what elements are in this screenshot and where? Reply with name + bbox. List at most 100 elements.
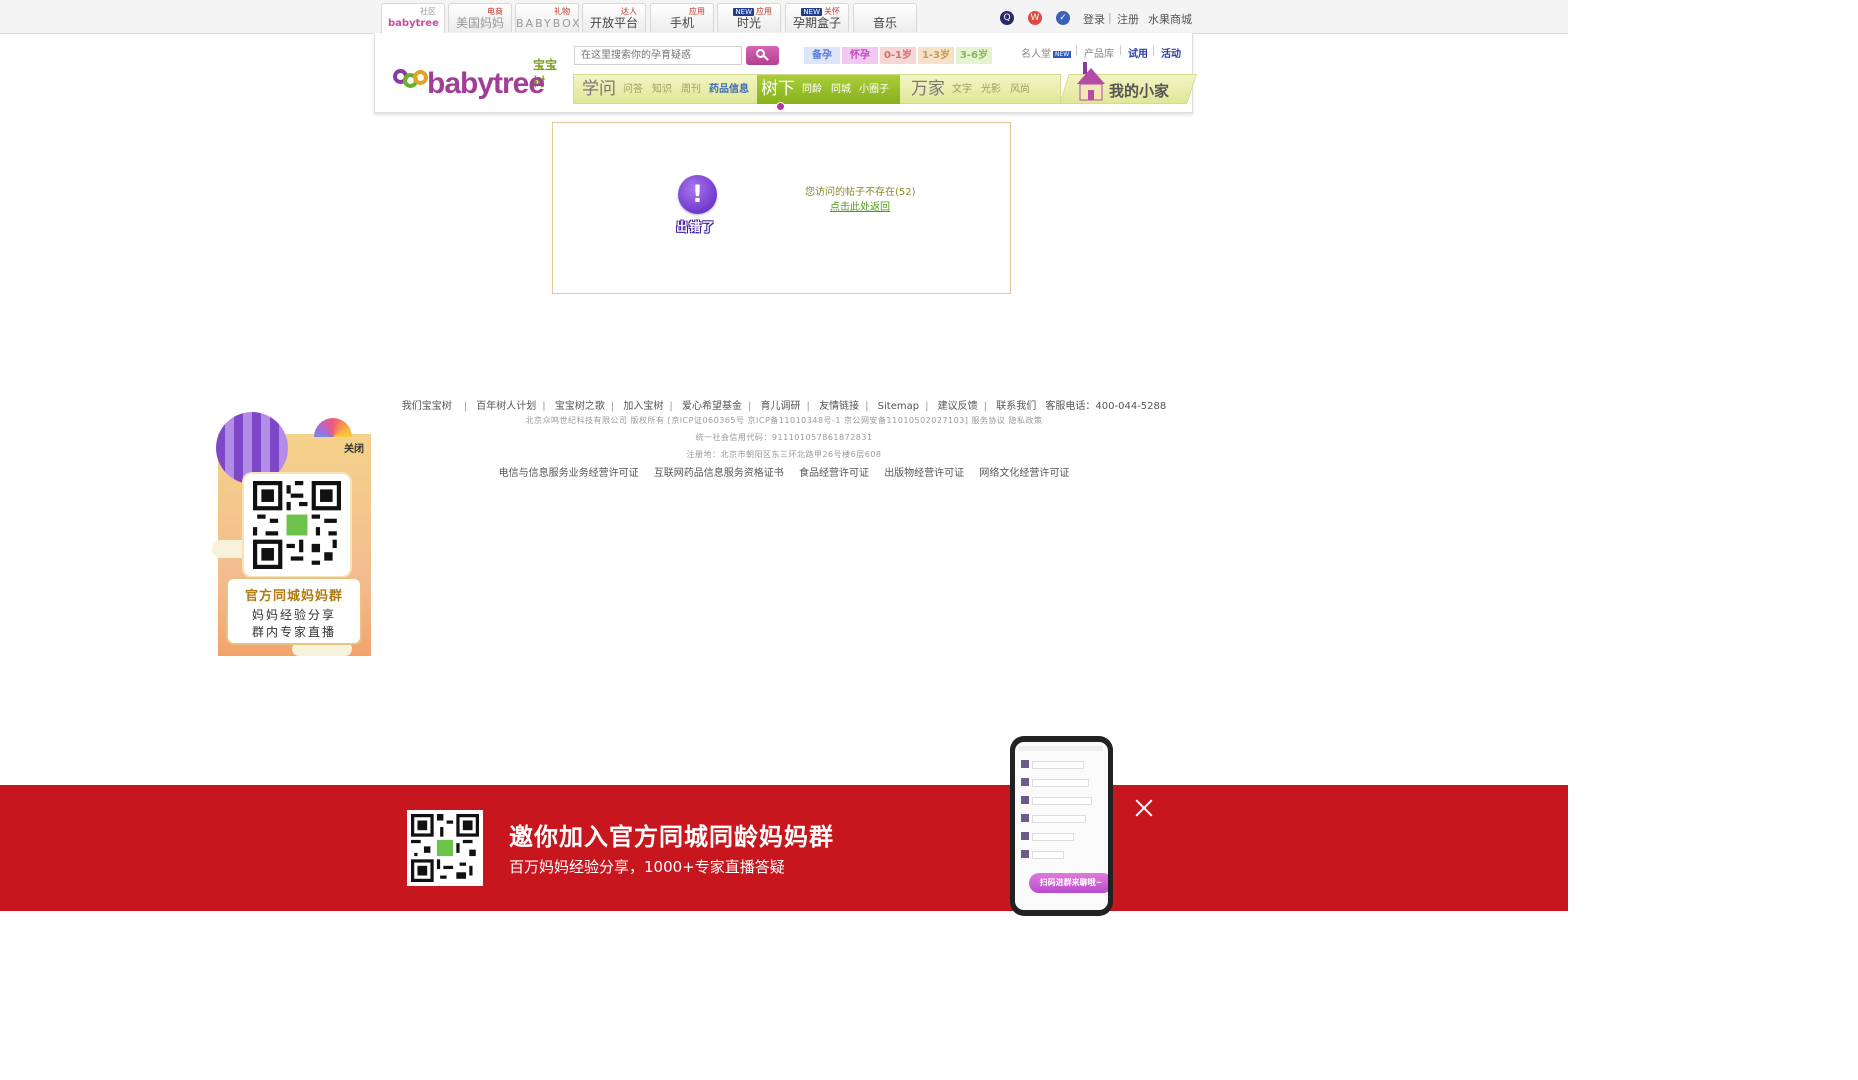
qr-code-image — [253, 481, 341, 569]
nav-shuxia[interactable]: 树下 — [761, 78, 795, 100]
tab-music[interactable]: 音乐 — [853, 3, 917, 32]
hotline: 客服电话：400-044-5288 — [1045, 401, 1167, 412]
separator: | — [1152, 45, 1156, 56]
phone-header — [1019, 746, 1103, 751]
tab-sup: 应用 — [756, 7, 772, 16]
tab-pregnancy-box[interactable]: NEW 关怀 孕期盒子 — [785, 3, 849, 32]
license-link[interactable]: 互联网药品信息服务资格证书 — [654, 468, 784, 479]
top-bar: 社区 babytree 电商 美国妈妈 礼物 BABYBOX 达人 开放平台 应… — [0, 0, 1568, 34]
license-link[interactable]: 网络文化经营许可证 — [979, 468, 1069, 479]
tab-sup: 社区 — [420, 7, 436, 16]
side-ad-close-button[interactable]: 关闭 — [344, 440, 364, 455]
tab-mobile[interactable]: 应用 手机 — [650, 3, 714, 32]
tab-meiguomama[interactable]: 电商 美国妈妈 — [448, 3, 512, 32]
tab-label: 美国妈妈 — [455, 16, 504, 30]
back-link[interactable]: 点击此处返回 — [830, 198, 890, 213]
footer-link[interactable]: Sitemap — [878, 401, 919, 412]
new-badge: NEW — [1053, 51, 1072, 58]
qr-code-image — [411, 814, 479, 882]
footer-link[interactable]: 爱心希望基金 — [682, 401, 742, 412]
banner-close-icon[interactable] — [1133, 797, 1155, 819]
tab-label: 手机 — [669, 16, 694, 30]
qq-icon[interactable]: Q — [1000, 11, 1014, 25]
shield-icon[interactable]: ✓ — [1056, 11, 1070, 25]
stage-tab-3-6[interactable]: 3-6岁 — [956, 47, 992, 64]
nav-item-circles[interactable]: 小圈子 — [859, 84, 889, 96]
tab-sup: 礼物 — [554, 7, 570, 16]
footer-link[interactable]: 宝宝树之歌 — [555, 401, 605, 412]
tab-label: 孕期盒子 — [792, 16, 841, 30]
side-ad-text: 官方同城妈妈群 妈妈经验分享 群内专家直播 — [226, 577, 362, 645]
events-link[interactable]: 活动 — [1161, 45, 1181, 60]
exclamation-icon: ! — [678, 175, 717, 214]
footer-link[interactable]: 我们宝宝树 — [402, 401, 452, 412]
stage-tab-1-3[interactable]: 1-3岁 — [918, 47, 954, 64]
nav-item-zhoukan[interactable]: 周刊 — [681, 84, 701, 96]
login-link[interactable]: 登录 — [1083, 11, 1105, 27]
tab-sup: 应用 — [689, 7, 705, 16]
register-link[interactable]: 注册 — [1117, 11, 1139, 27]
fruit-mall-link[interactable]: 水果商城 — [1148, 11, 1192, 27]
house-icon — [1077, 62, 1105, 101]
footer-link[interactable]: 友情链接 — [819, 401, 859, 412]
nav-item-wenda[interactable]: 问答 — [623, 84, 643, 96]
banner-title: 邀你加入官方同城同龄妈妈群 — [509, 823, 834, 851]
nav-item-tongcheng[interactable]: 同城 — [831, 84, 851, 96]
banner-qr-code — [407, 810, 483, 886]
celebrity-label: 名人堂 — [1021, 49, 1051, 60]
license-link[interactable]: 电信与信息服务业务经营许可证 — [499, 468, 639, 479]
footer-link[interactable]: 加入宝树 — [623, 401, 663, 412]
license-link[interactable]: 出版物经营许可证 — [884, 468, 964, 479]
my-home-label: 我的小家 — [1109, 82, 1170, 100]
footer-link[interactable]: 育儿调研 — [761, 401, 801, 412]
nav-wanjia[interactable]: 万家 — [911, 78, 945, 100]
tab-open-platform[interactable]: 达人 开放平台 — [582, 3, 646, 32]
search-button[interactable] — [746, 46, 779, 65]
tab-shiguang[interactable]: NEW 应用 时光 — [717, 3, 781, 32]
error-box: ! 出错了 您访问的帖子不存在(52) 点击此处返回 — [552, 122, 1011, 294]
products-link[interactable]: 产品库 — [1084, 45, 1114, 60]
footer-link[interactable]: 百年树人计划 — [476, 401, 536, 412]
babytree-mini-logo: babytree — [388, 18, 439, 29]
tab-babybox[interactable]: 礼物 BABYBOX — [515, 3, 582, 32]
babytree-logo[interactable]: 宝宝树 babytree — [393, 55, 563, 99]
logo-mark-icon — [393, 69, 429, 99]
weibo-icon[interactable]: W — [1028, 11, 1042, 25]
nav-item-wenzi[interactable]: 文字 — [952, 84, 972, 96]
nav-item-tongling[interactable]: 同龄 — [802, 84, 822, 96]
error-badge: 出错了 — [676, 220, 716, 234]
separator: | — [1119, 45, 1123, 56]
nav-shuxia-section: 树下 同龄 同城 小圈子 — [757, 75, 900, 104]
stage-tab-beiyun[interactable]: 备孕 — [804, 47, 840, 64]
trial-link[interactable]: 试用 — [1128, 45, 1148, 60]
tab-label: 音乐 — [872, 16, 897, 30]
tab-label: BABYBOX — [516, 17, 582, 30]
avatar — [1021, 832, 1029, 840]
nav-xuewen[interactable]: 学问 — [582, 78, 616, 100]
banner-subtitle: 百万妈妈经验分享，1000+专家直播答疑 — [509, 858, 785, 876]
phone-screen: 扫码进群来聊哦~ — [1015, 742, 1108, 910]
celebrity-link[interactable]: 名人堂 NEW — [1021, 45, 1072, 60]
footer-link[interactable]: 建议反馈 — [938, 401, 978, 412]
logo-en: babytree — [427, 67, 545, 100]
bottom-banner: 邀你加入官方同城同龄妈妈群 百万妈妈经验分享，1000+专家直播答疑 — [0, 785, 1568, 911]
avatar — [1021, 850, 1029, 858]
nav-item-drug-info[interactable]: 药品信息 — [709, 84, 749, 96]
license-link[interactable]: 食品经营许可证 — [799, 468, 869, 479]
tab-community[interactable]: 社区 babytree — [381, 3, 445, 34]
new-badge: NEW — [801, 8, 822, 16]
avatar — [1021, 796, 1029, 804]
error-message: 您访问的帖子不存在(52) — [805, 187, 916, 198]
side-ad-line1: 官方同城妈妈群 — [244, 589, 343, 604]
tab-label: 时光 — [736, 16, 761, 30]
separator: | — [1108, 11, 1112, 24]
nav-item-fengshang[interactable]: 风尚 — [1010, 84, 1030, 96]
stage-tab-huaiyun[interactable]: 怀孕 — [842, 47, 878, 64]
stage-tab-0-1[interactable]: 0-1岁 — [880, 47, 916, 64]
separator: | — [1075, 45, 1079, 56]
nav-item-zhishi[interactable]: 知识 — [652, 84, 672, 96]
footer-link[interactable]: 联系我们 — [996, 401, 1036, 412]
main-nav: 学问 问答 知识 周刊 药品信息 树下 同龄 同城 小圈子 万家 文字 光影 风… — [573, 74, 1061, 104]
search-input[interactable] — [574, 46, 742, 65]
nav-item-guangying[interactable]: 光影 — [981, 84, 1001, 96]
